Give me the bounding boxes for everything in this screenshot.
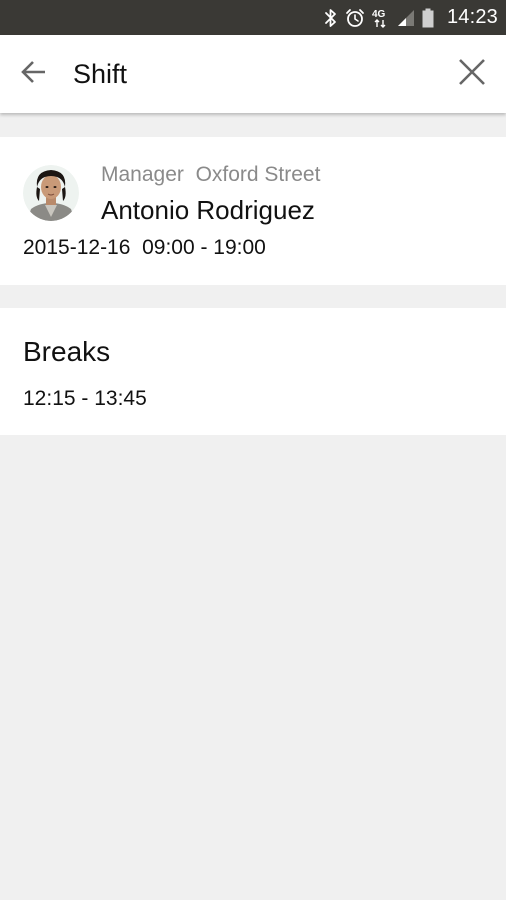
status-time: 14:23: [446, 6, 498, 28]
role-location: Manager Oxford Street: [101, 163, 320, 187]
app-bar: Shift: [0, 35, 506, 113]
alarm-icon: [345, 8, 365, 28]
battery-icon: [422, 8, 434, 28]
close-icon: [458, 58, 486, 91]
breaks-card: Breaks 12:15 - 13:45: [0, 308, 506, 435]
status-icons: 4G 14:23: [324, 0, 498, 35]
shift-time-range: 09:00 - 19:00: [142, 236, 266, 259]
page-title: Shift: [73, 59, 128, 89]
back-button[interactable]: [14, 54, 54, 94]
employee-name: Antonio Rodriguez: [101, 195, 315, 225]
network-type-label: 4G: [372, 9, 386, 20]
shift-date: 2015-12-16: [23, 236, 131, 259]
status-bar: 4G 14:23: [0, 0, 506, 35]
location-label: Oxford Street: [195, 163, 321, 186]
break-time-range: 12:15 - 13:45: [23, 387, 147, 410]
shift-card: Manager Oxford Street Antonio Rodriguez …: [0, 137, 506, 285]
signal-icon: [397, 9, 415, 27]
shift-datetime: 2015-12-16 09:00 - 19:00: [23, 236, 266, 260]
arrow-back-icon: [21, 59, 47, 90]
role-label: Manager: [101, 163, 184, 186]
4g-icon: 4G: [372, 7, 390, 29]
close-button[interactable]: [452, 54, 492, 94]
avatar: [23, 165, 79, 221]
breaks-title: Breaks: [23, 336, 111, 367]
bluetooth-icon: [324, 8, 338, 28]
